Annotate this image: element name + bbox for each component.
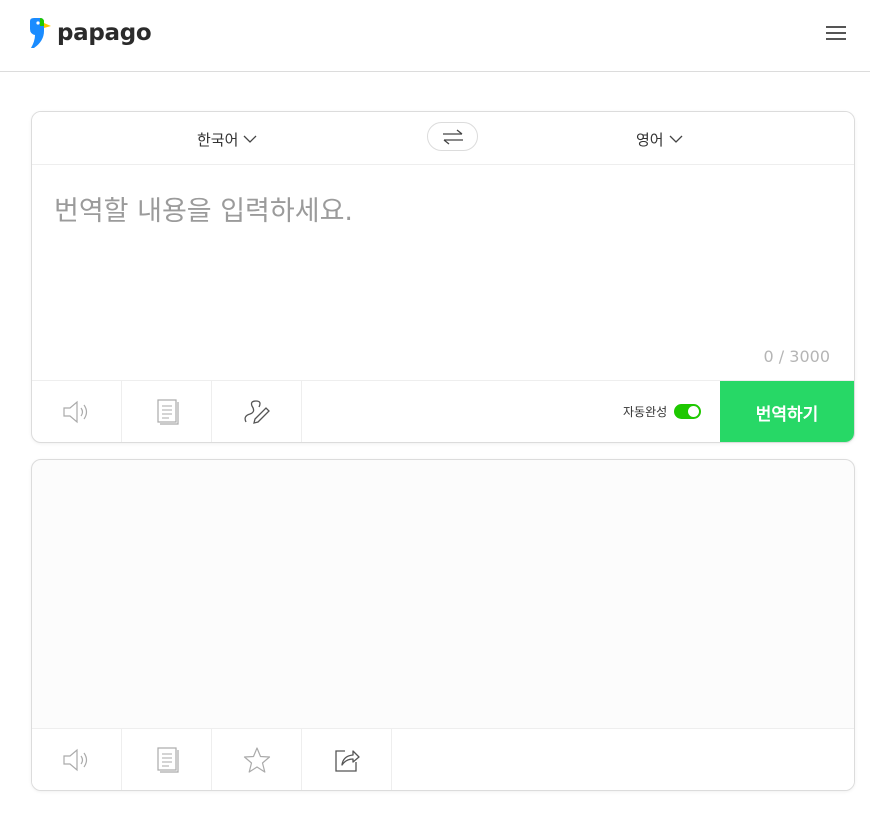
star-icon xyxy=(243,747,270,773)
hamburger-menu-icon[interactable] xyxy=(824,22,850,42)
autocomplete-control: 자동완성 xyxy=(623,403,702,420)
chevron-down-icon xyxy=(669,135,683,143)
logo-text: papago xyxy=(57,20,152,46)
header: papago xyxy=(0,0,870,72)
target-language-label: 영어 xyxy=(636,130,664,149)
papago-logo[interactable]: papago xyxy=(26,17,152,49)
target-speaker-button[interactable] xyxy=(32,729,122,790)
favorite-button[interactable] xyxy=(212,729,302,790)
document-icon xyxy=(156,399,179,425)
toggle-knob xyxy=(688,406,700,417)
source-document-button[interactable] xyxy=(122,381,212,442)
source-panel: 한국어 영어 0 / 3000 xyxy=(31,111,855,443)
character-count: 0 / 3000 xyxy=(763,347,830,366)
chevron-down-icon xyxy=(243,135,257,143)
source-text-input[interactable] xyxy=(54,192,824,342)
language-bar: 한국어 영어 xyxy=(32,112,854,165)
source-toolbar: 자동완성 번역하기 xyxy=(32,380,854,442)
share-button[interactable] xyxy=(302,729,392,790)
speaker-icon xyxy=(62,748,87,772)
autocomplete-label: 자동완성 xyxy=(623,405,668,419)
target-language-select[interactable]: 영어 xyxy=(636,126,683,152)
copy-button[interactable] xyxy=(122,729,212,790)
copy-icon xyxy=(156,747,179,773)
handwriting-icon xyxy=(243,400,270,424)
swap-languages-button[interactable] xyxy=(427,122,478,151)
share-icon xyxy=(334,750,360,772)
target-panel xyxy=(31,459,855,791)
speaker-icon xyxy=(62,400,87,424)
translate-button[interactable]: 번역하기 xyxy=(720,381,854,442)
swap-arrows-icon xyxy=(443,129,463,145)
target-toolbar xyxy=(32,728,854,790)
source-language-label: 한국어 xyxy=(197,130,239,149)
handwriting-button[interactable] xyxy=(212,381,302,442)
papago-bird-icon xyxy=(30,18,51,48)
source-language-select[interactable]: 한국어 xyxy=(197,126,257,152)
source-speaker-button[interactable] xyxy=(32,381,122,442)
autocomplete-toggle[interactable] xyxy=(674,404,702,419)
